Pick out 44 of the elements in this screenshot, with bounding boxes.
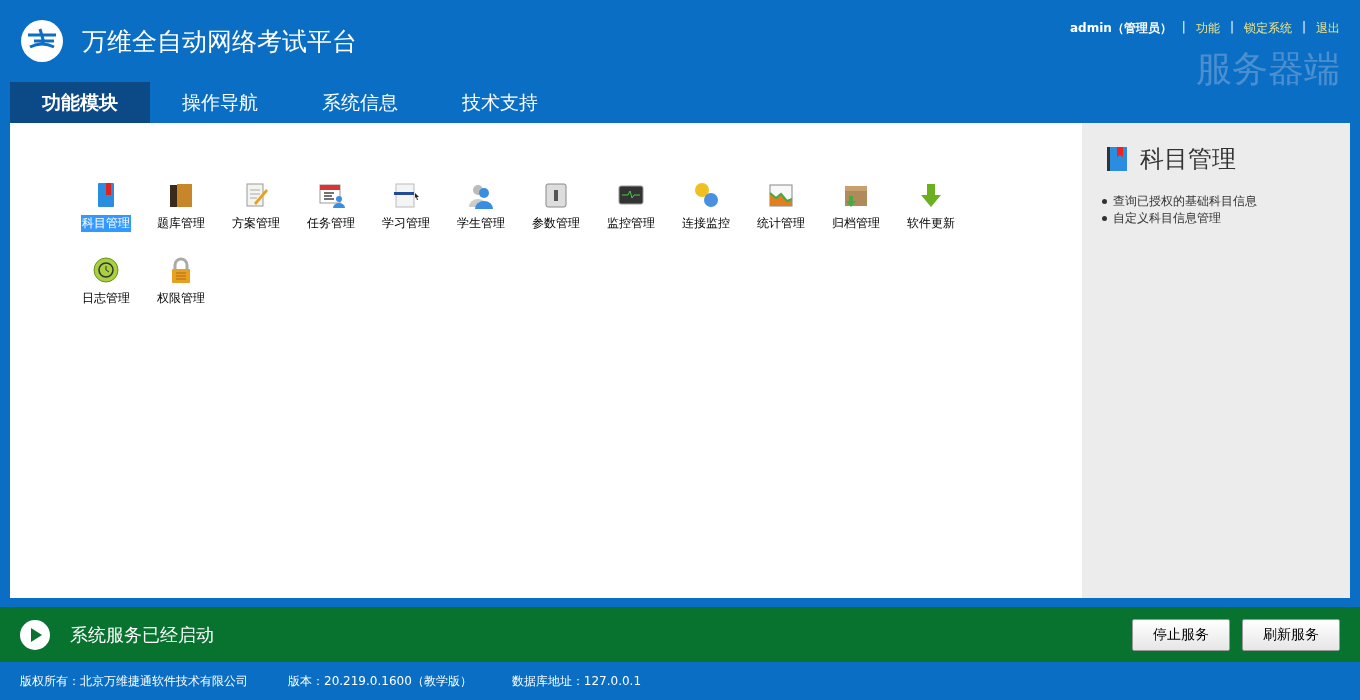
module-label[interactable]: 任务管理 — [305, 215, 356, 232]
module-label[interactable]: 统计管理 — [755, 215, 806, 232]
module-label[interactable]: 权限管理 — [155, 290, 206, 307]
bullet-icon — [1102, 216, 1107, 221]
service-button[interactable]: 停止服务 — [1132, 618, 1230, 651]
nav-tab[interactable]: 技术支持 — [430, 82, 570, 123]
bullet-icon — [1102, 199, 1107, 204]
book-icon — [1106, 146, 1128, 172]
play-icon — [20, 619, 50, 650]
module-label[interactable]: 日志管理 — [80, 290, 131, 307]
module-label[interactable]: 学生管理 — [455, 215, 506, 232]
panel-title: 科目管理 — [1140, 144, 1236, 175]
nav-tab[interactable]: 功能模块 — [10, 82, 150, 123]
status-message: 系统服务已经启动 — [70, 622, 215, 647]
footer-text: 版权所有：北京万维捷通软件技术有限公司 — [20, 672, 248, 690]
nav-tab[interactable]: 操作导航 — [150, 82, 290, 123]
nav-tab[interactable]: 系统信息 — [290, 82, 430, 123]
app-title: 万维全自动网络考试平台 — [82, 25, 357, 58]
module-label[interactable]: 题库管理 — [155, 215, 206, 232]
header-link[interactable]: 退出 — [1316, 20, 1340, 37]
footer-text: 版本：20.219.0.1600（教学版） — [288, 672, 472, 690]
mode-label: 服务器端 — [1196, 47, 1340, 91]
separator: | — [1181, 20, 1186, 36]
module-label[interactable]: 监控管理 — [605, 215, 656, 232]
separator: | — [1229, 20, 1234, 36]
separator: | — [1301, 20, 1306, 36]
header-link[interactable]: 锁定系统 — [1243, 20, 1292, 37]
service-button[interactable]: 刷新服务 — [1242, 618, 1340, 651]
clock-icon[interactable] — [91, 256, 120, 284]
calendar-person-icon[interactable] — [316, 181, 345, 209]
module-label[interactable]: 归档管理 — [830, 215, 881, 232]
module-label[interactable]: 软件更新 — [905, 215, 956, 232]
list-cursor-icon[interactable] — [391, 181, 420, 209]
user-name: admin（管理员） — [1070, 20, 1172, 37]
module-label[interactable]: 参数管理 — [530, 215, 581, 232]
module-label[interactable]: 方案管理 — [230, 215, 281, 232]
module-label[interactable]: 连接监控 — [680, 215, 731, 232]
chart-icon[interactable] — [766, 181, 795, 209]
panel-item: 自定义科目信息管理 — [1113, 210, 1221, 227]
module-label[interactable]: 学习管理 — [380, 215, 431, 232]
header-link[interactable]: 功能 — [1195, 20, 1220, 37]
footer-text: 数据库地址：127.0.0.1 — [511, 672, 642, 690]
logo-icon — [20, 19, 64, 63]
panel-item: 查询已授权的基础科目信息 — [1113, 193, 1257, 210]
